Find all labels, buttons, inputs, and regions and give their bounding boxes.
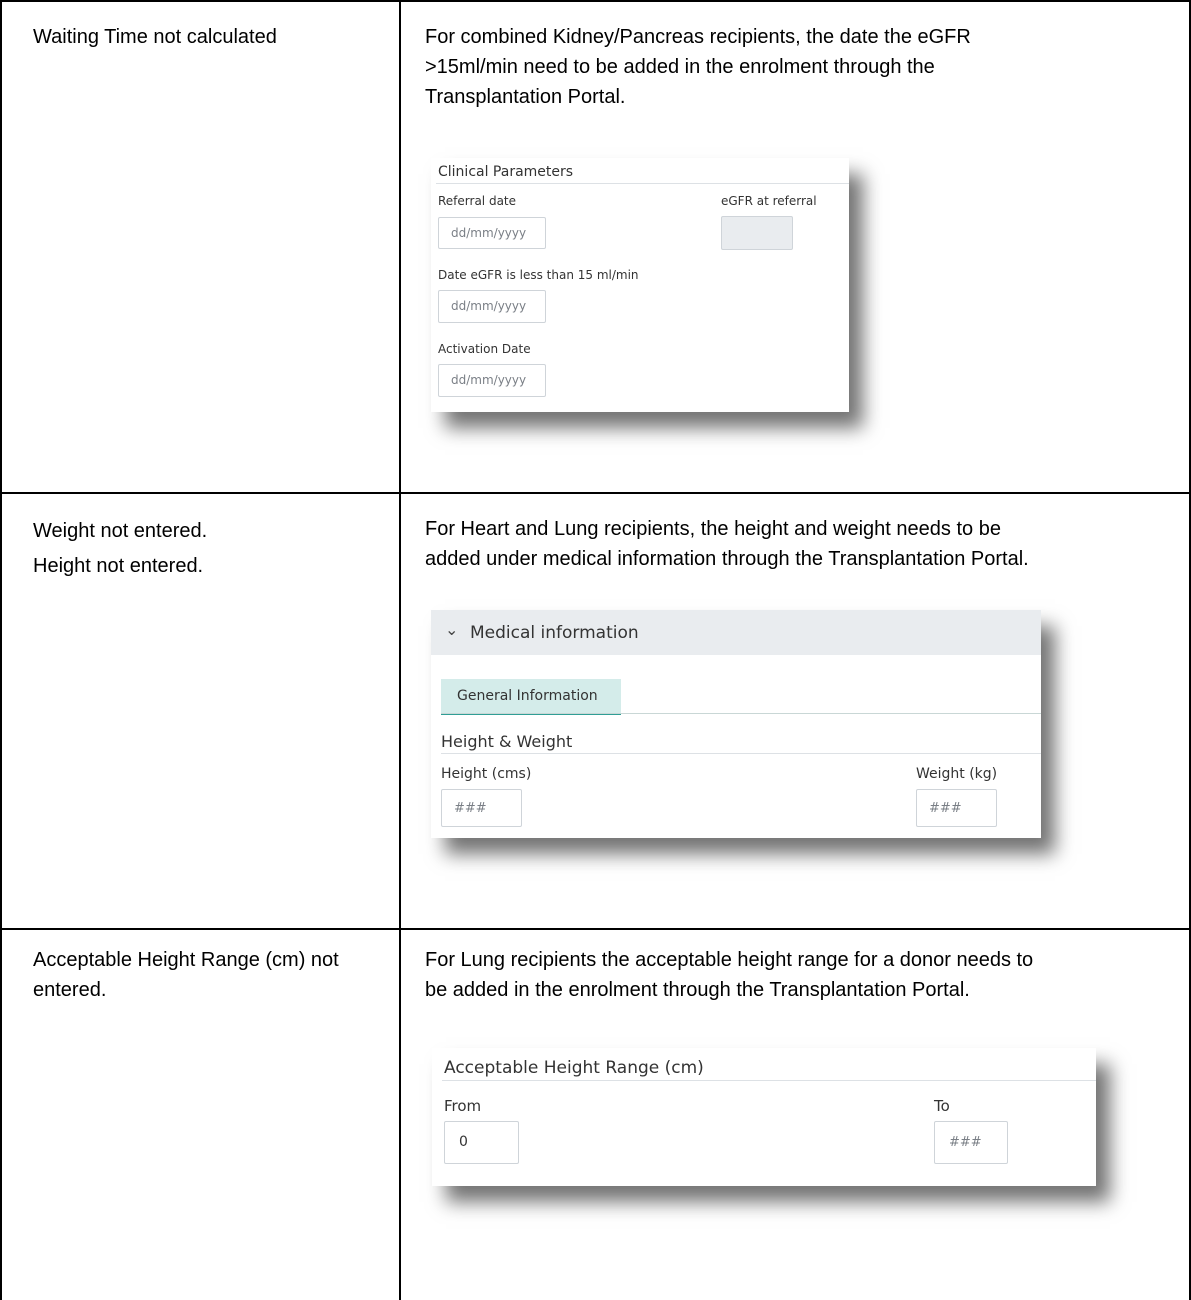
medical-information-screenshot: ⌄ Medical information General Informatio… [431, 610, 1041, 838]
issue-cell-3: Acceptable Height Range (cm) not entered… [33, 945, 339, 1005]
section-rule [436, 183, 849, 184]
tab-strip-rule [441, 713, 1041, 714]
issue-cell-2: Weight not entered. Height not entered. [33, 514, 207, 584]
guidance-line: For combined Kidney/Pancreas recipients,… [425, 26, 971, 48]
activation-date-label: Activation Date [438, 342, 531, 356]
activation-date-input[interactable]: dd/mm/yyyy [438, 364, 546, 397]
guidance-line: added under medical information through … [425, 548, 1029, 570]
issue-text: Acceptable Height Range (cm) not [33, 949, 339, 971]
egfr-date-input[interactable]: dd/mm/yyyy [438, 290, 546, 323]
range-rule [442, 1080, 1096, 1081]
egfr-date-label: Date eGFR is less than 15 ml/min [438, 268, 639, 282]
medical-information-header[interactable]: ⌄ Medical information [431, 610, 1041, 655]
egfr-date-placeholder: dd/mm/yyyy [451, 299, 527, 313]
guidance-cell-2: For Heart and Lung recipients, the heigh… [425, 514, 1029, 574]
issue-text: entered. [33, 979, 107, 1001]
activation-date-placeholder: dd/mm/yyyy [451, 373, 527, 387]
acceptable-height-range-title: Acceptable Height Range (cm) [444, 1058, 704, 1078]
tab-general-information-label: General Information [457, 688, 598, 704]
row-divider-1 [0, 492, 1191, 494]
acceptable-height-range-screenshot: Acceptable Height Range (cm) From 0 To #… [432, 1048, 1096, 1186]
group-rule [441, 753, 1041, 754]
clinical-parameters-screenshot: Clinical Parameters Referral date dd/mm/… [431, 158, 849, 412]
weight-label: Weight (kg) [916, 766, 998, 782]
from-value: 0 [459, 1134, 468, 1150]
height-weight-title: Height & Weight [441, 732, 573, 751]
guidance-cell-3: For Lung recipients the acceptable heigh… [425, 945, 1033, 1005]
weight-input[interactable]: ### [916, 789, 997, 827]
to-placeholder: ### [949, 1135, 982, 1150]
table-border-left [0, 0, 2, 1300]
guidance-line: Transplantation Portal. [425, 86, 626, 108]
guidance-cell-1: For combined Kidney/Pancreas recipients,… [425, 22, 971, 112]
height-placeholder: ### [454, 801, 487, 816]
egfr-at-referral-input [721, 216, 793, 250]
medical-information-title: Medical information [470, 623, 639, 643]
height-input[interactable]: ### [441, 789, 522, 827]
to-input[interactable]: ### [934, 1121, 1008, 1164]
referral-date-label: Referral date [438, 194, 517, 208]
referral-date-placeholder: dd/mm/yyyy [451, 226, 527, 240]
issue-cell-1: Waiting Time not calculated [33, 22, 277, 52]
table-border-top [0, 0, 1191, 2]
chevron-down-icon: ⌄ [445, 620, 459, 639]
issue-text: Height not entered. [33, 555, 204, 577]
tab-general-information[interactable]: General Information [441, 679, 621, 715]
issue-text: Weight not entered. [33, 520, 208, 542]
column-divider [399, 0, 401, 1300]
clinical-parameters-title: Clinical Parameters [438, 164, 574, 180]
guidance-line: For Heart and Lung recipients, the heigh… [425, 518, 1001, 540]
guidance-line: >15ml/min need to be added in the enrolm… [425, 56, 935, 78]
guidance-line: For Lung recipients the acceptable heigh… [425, 949, 1034, 971]
from-input[interactable]: 0 [444, 1121, 519, 1164]
referral-date-input[interactable]: dd/mm/yyyy [438, 217, 546, 249]
guidance-line: be added in the enrolment through the Tr… [425, 979, 970, 1001]
row-divider-2 [0, 928, 1191, 930]
from-label: From [444, 1097, 482, 1115]
height-label: Height (cms) [441, 766, 532, 782]
issue-text: Waiting Time not calculated [33, 26, 277, 48]
to-label: To [934, 1097, 950, 1115]
egfr-at-referral-label: eGFR at referral [721, 194, 817, 208]
weight-placeholder: ### [929, 801, 962, 816]
